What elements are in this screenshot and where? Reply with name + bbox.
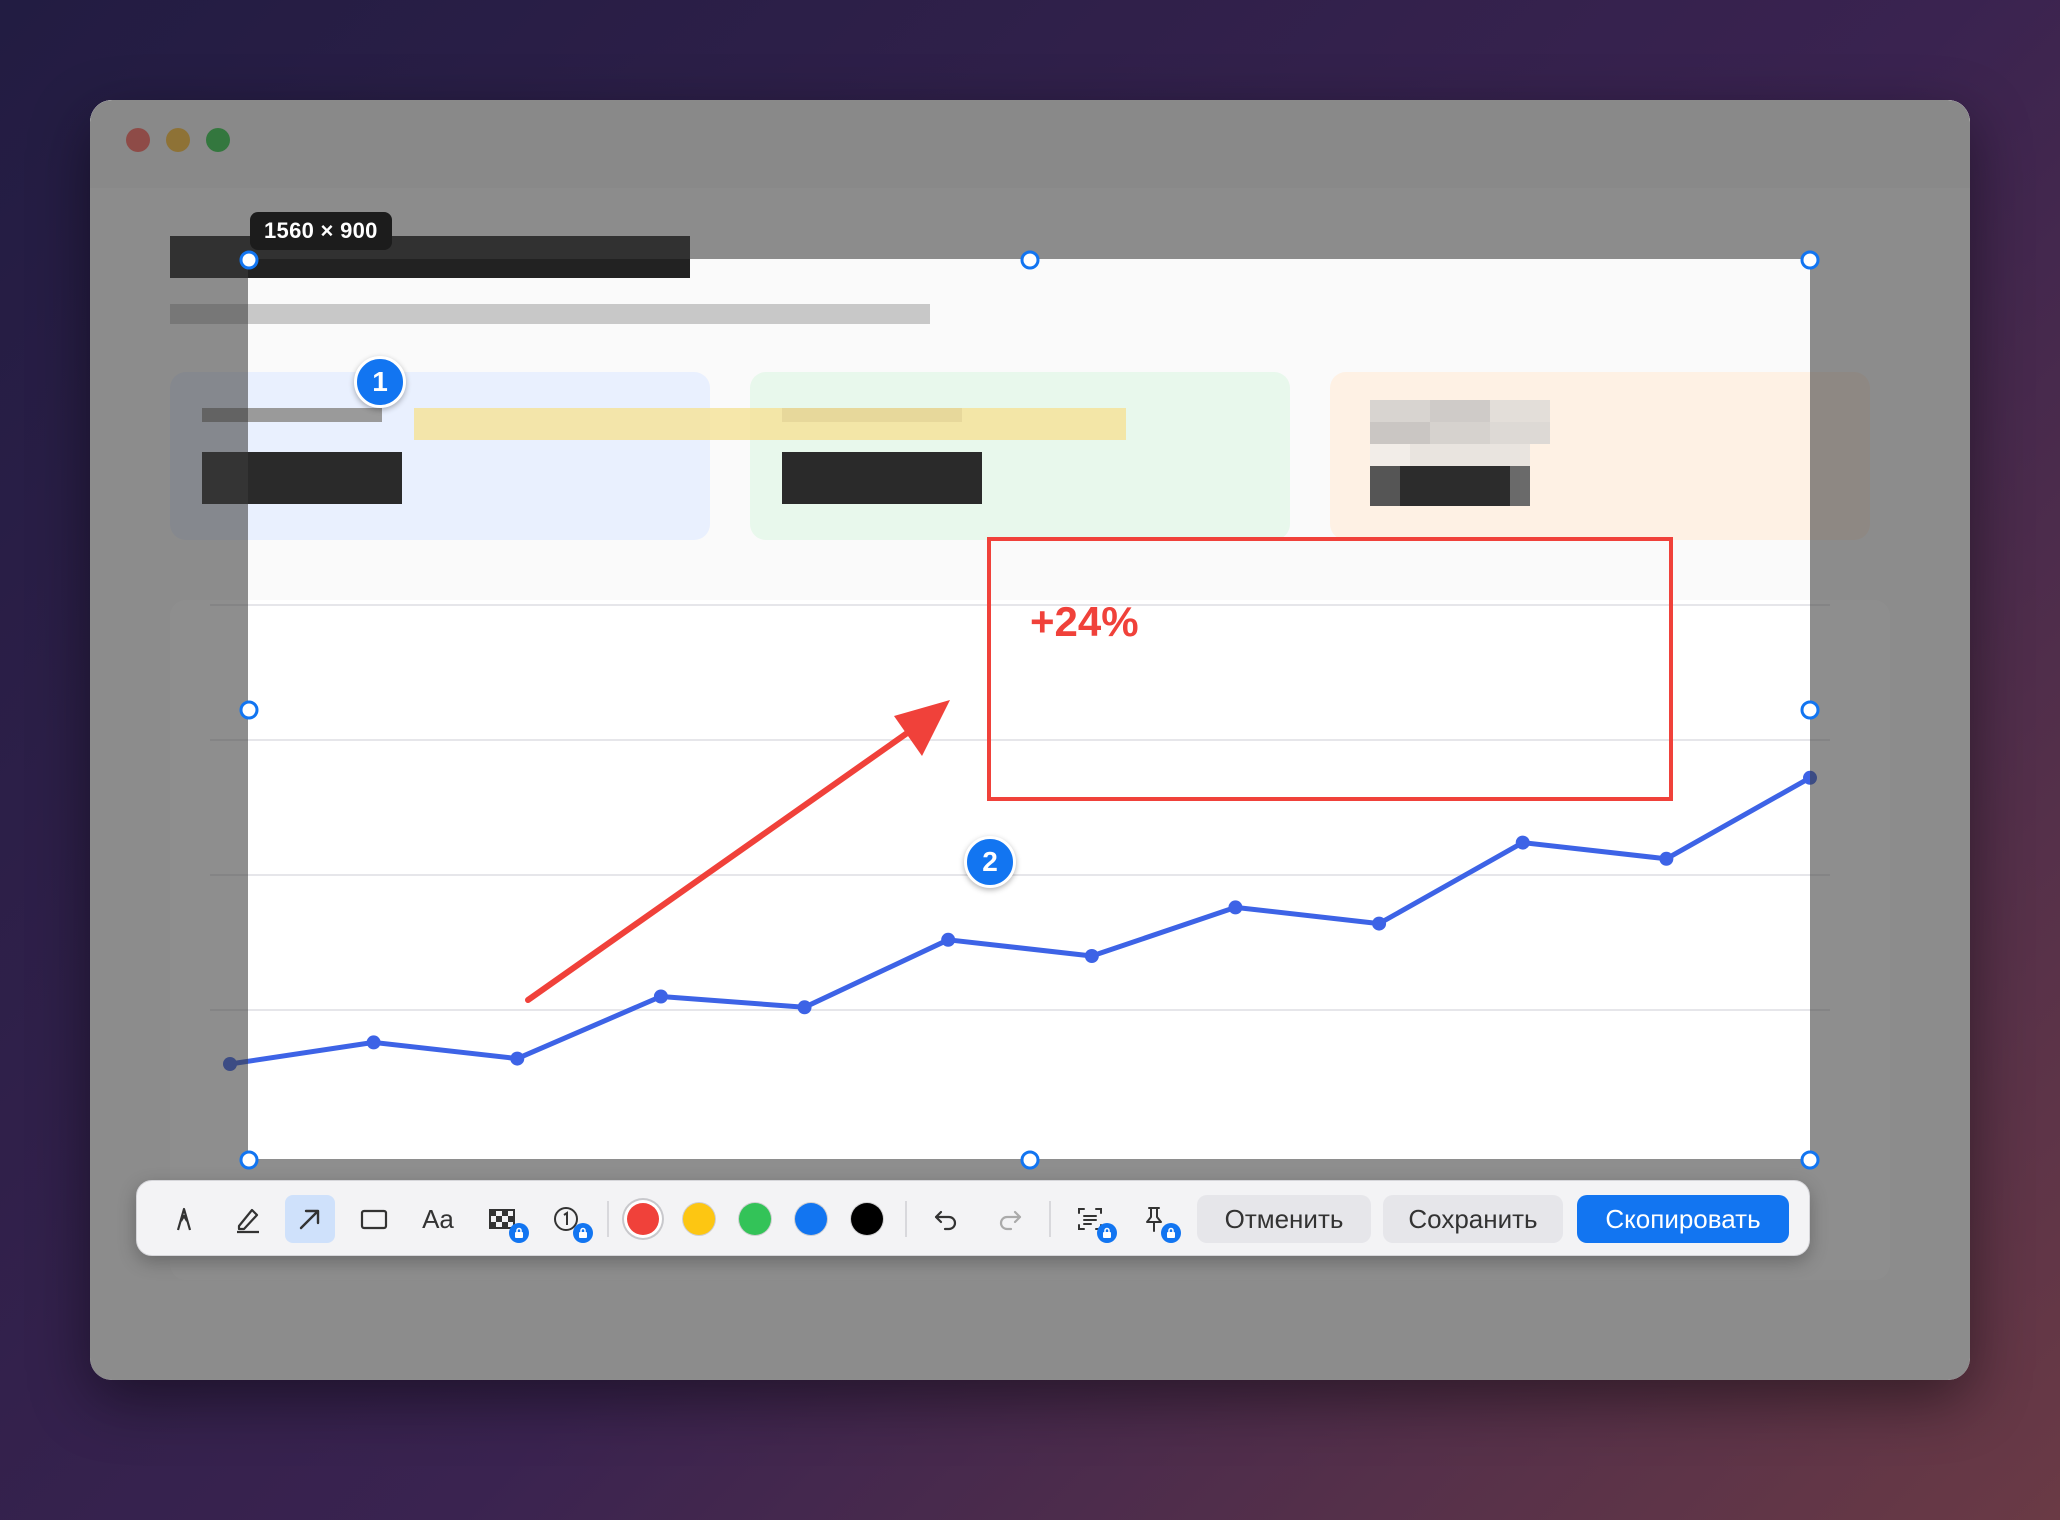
ocr-text-button[interactable] bbox=[1065, 1195, 1117, 1243]
cancel-button[interactable]: Отменить bbox=[1197, 1195, 1371, 1243]
copy-button[interactable]: Скопировать bbox=[1577, 1195, 1789, 1243]
undo-icon bbox=[934, 1210, 957, 1231]
counter-marker-2[interactable]: 2 bbox=[964, 836, 1016, 888]
pin-button[interactable] bbox=[1129, 1195, 1181, 1243]
pen-icon bbox=[176, 1207, 192, 1231]
selection-size-label: 1560 × 900 bbox=[250, 212, 392, 250]
highlighter-icon bbox=[237, 1208, 259, 1234]
text-icon: Aa bbox=[422, 1203, 454, 1234]
color-swatch-yellow[interactable] bbox=[683, 1203, 715, 1235]
rectangle-icon bbox=[360, 1209, 388, 1230]
color-swatch-red[interactable] bbox=[627, 1203, 659, 1235]
toolbar-separator bbox=[1049, 1201, 1051, 1237]
pen-tool-button[interactable] bbox=[159, 1195, 209, 1243]
arrow-tool-button[interactable] bbox=[285, 1195, 335, 1243]
lock-icon bbox=[573, 1223, 593, 1243]
color-swatch-green[interactable] bbox=[739, 1203, 771, 1235]
highlighter-stroke[interactable] bbox=[414, 408, 1126, 440]
save-button[interactable]: Сохранить bbox=[1383, 1195, 1563, 1243]
lock-icon bbox=[1097, 1223, 1117, 1243]
rectangle-tool-button[interactable] bbox=[349, 1195, 399, 1243]
lock-icon bbox=[1161, 1223, 1181, 1243]
pixelate-tool-button[interactable] bbox=[477, 1195, 529, 1243]
highlighter-tool-button[interactable] bbox=[223, 1195, 273, 1243]
undo-button[interactable] bbox=[921, 1195, 971, 1243]
counter-marker-1[interactable]: 1 bbox=[354, 356, 406, 408]
color-swatch-blue[interactable] bbox=[795, 1203, 827, 1235]
toolbar-separator bbox=[905, 1201, 907, 1237]
lock-icon bbox=[509, 1223, 529, 1243]
counter-tool-button[interactable] bbox=[541, 1195, 593, 1243]
toolbar-separator bbox=[607, 1201, 609, 1237]
redo-icon bbox=[999, 1210, 1022, 1231]
arrow-icon bbox=[299, 1209, 320, 1230]
annotation-toolbar: Aa Отменить Сохранить Скопировать bbox=[136, 1180, 1810, 1256]
redo-button[interactable] bbox=[985, 1195, 1035, 1243]
text-tool-button[interactable]: Aa bbox=[413, 1195, 463, 1243]
annotation-text[interactable]: +24% bbox=[1030, 598, 1139, 646]
color-swatch-black[interactable] bbox=[851, 1203, 883, 1235]
